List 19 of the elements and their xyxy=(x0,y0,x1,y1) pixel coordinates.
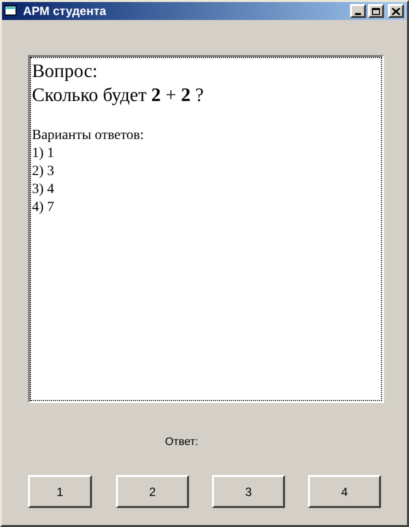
options-heading: Варианты ответов: xyxy=(32,127,145,145)
answer-label: Ответ: xyxy=(165,436,198,448)
question-heading: Вопрос: xyxy=(32,60,99,83)
close-icon xyxy=(392,8,400,14)
maximize-icon xyxy=(372,8,380,14)
answer-button[interactable]: 4 xyxy=(308,475,381,508)
answer-option: 2) 3 xyxy=(32,163,380,181)
window-title: АРМ студента xyxy=(23,5,106,17)
minimize-button[interactable] xyxy=(350,4,366,18)
close-button[interactable] xyxy=(388,4,404,18)
answer-option: 1) 1 xyxy=(32,145,380,163)
question-text: Сколько будет 2 + 2 ? xyxy=(32,84,205,108)
answer-option: 4) 7 xyxy=(32,199,380,217)
maximize-button[interactable] xyxy=(368,4,384,18)
answer-button[interactable]: 2 xyxy=(116,475,189,508)
answer-button[interactable]: 1 xyxy=(28,475,92,508)
window-icon xyxy=(5,5,19,17)
answer-option: 3) 4 xyxy=(32,181,380,199)
answer-button[interactable]: 3 xyxy=(212,475,285,508)
